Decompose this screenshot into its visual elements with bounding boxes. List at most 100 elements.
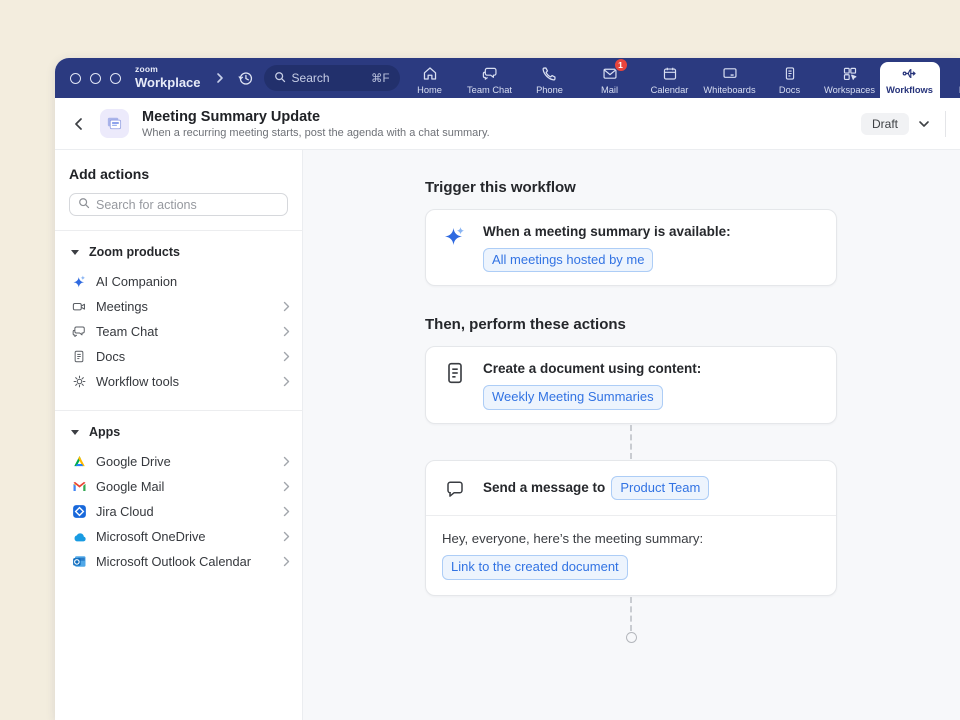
trigger-title: When a meeting summary is available: [483, 223, 731, 242]
whiteboards-icon [721, 65, 739, 82]
trigger-scope-pill[interactable]: All meetings hosted by me [483, 248, 653, 273]
workflow-body: Add actions Zoom products AI Companion [55, 150, 960, 720]
nav-item-label: Docs [779, 85, 800, 95]
docs-icon [782, 65, 798, 82]
sidebar-item-ai-companion[interactable]: AI Companion [55, 269, 302, 294]
sidebar-item-label: Docs [96, 349, 274, 364]
sidebar-item-label: Jira Cloud [96, 504, 274, 519]
sidebar-item-meetings[interactable]: Meetings [55, 294, 302, 319]
nav-item-label: Home [417, 85, 442, 95]
logo-workplace-text: Workplace [135, 75, 201, 90]
navbar-tabs: Home Team Chat Phone 1 Mail Calendar [400, 58, 960, 98]
recipient-pill[interactable]: Product Team [611, 476, 709, 501]
nav-item-workflows[interactable]: Workflows [880, 62, 940, 98]
home-icon [421, 65, 439, 82]
sidebar-item-label: Google Mail [96, 479, 274, 494]
document-content-pill[interactable]: Weekly Meeting Summaries [483, 385, 663, 410]
sidebar-item-jira-cloud[interactable]: Jira Cloud [55, 499, 302, 524]
search-icon [274, 71, 286, 86]
chevron-right-icon [283, 326, 290, 337]
chevron-right-icon [283, 351, 290, 362]
window-control-dot[interactable] [70, 73, 81, 84]
search-placeholder: Search [292, 71, 365, 85]
nav-item-docs[interactable]: Docs [760, 58, 820, 98]
workflow-connector [630, 597, 632, 631]
nav-item-calendar[interactable]: Calendar [640, 58, 700, 98]
nav-item-label: Phone [536, 85, 563, 95]
workspaces-icon [841, 65, 859, 82]
mail-unread-badge: 1 [614, 58, 628, 72]
spacer [425, 286, 837, 316]
nav-item-whiteboards[interactable]: Whiteboards [700, 58, 760, 98]
sidebar-item-label: Microsoft Outlook Calendar [96, 554, 274, 569]
team-chat-icon [481, 65, 499, 82]
onedrive-icon [71, 531, 87, 543]
ai-companion-icon [71, 274, 87, 289]
nav-item-label: Team Chat [467, 85, 512, 95]
nav-item-team-chat[interactable]: Team Chat [460, 58, 520, 98]
actions-search-input[interactable] [96, 198, 279, 212]
nav-item-phone[interactable]: Phone [520, 58, 580, 98]
message-body[interactable]: Hey, everyone, here’s the meeting summar… [426, 516, 836, 594]
chevron-right-icon [283, 506, 290, 517]
workflow-subtitle: When a recurring meeting starts, post th… [142, 127, 861, 139]
sidebar-item-label: Team Chat [96, 324, 274, 339]
status-badge: Draft [861, 113, 909, 135]
chevron-right-icon [283, 531, 290, 542]
sidebar-item-microsoft-outlook-calendar[interactable]: Microsoft Outlook Calendar [55, 549, 302, 574]
nav-item-home[interactable]: Home [400, 58, 460, 98]
window-control-dot[interactable] [110, 73, 121, 84]
trigger-card[interactable]: When a meeting summary is available: All… [425, 209, 837, 286]
create-document-card[interactable]: Create a document using content: Weekly … [425, 346, 837, 423]
nav-item-label: Calendar [651, 85, 689, 95]
navbar-left-cluster: zoom Workplace Search ⌘F [55, 58, 400, 98]
docs-icon [71, 349, 87, 364]
window-controls[interactable] [70, 73, 121, 84]
sidebar-item-label: Workflow tools [96, 374, 274, 389]
workflow-connector [630, 425, 632, 459]
status-dropdown-button[interactable] [918, 120, 930, 128]
nav-item-label: Workflows [886, 85, 933, 95]
nav-item-more[interactable]: More [940, 58, 960, 98]
nav-item-mail[interactable]: 1 Mail [580, 58, 640, 98]
message-text: Hey, everyone, here’s the meeting summar… [442, 529, 820, 549]
chevron-right-icon [283, 456, 290, 467]
nav-item-workspaces[interactable]: Workspaces [820, 58, 880, 98]
header-divider [945, 111, 946, 137]
sidebar-item-docs[interactable]: Docs [55, 344, 302, 369]
phone-icon [541, 65, 558, 82]
search-icon [78, 196, 90, 214]
actions-search-box[interactable] [69, 193, 288, 216]
document-icon [442, 360, 468, 409]
workflow-header: Meeting Summary Update When a recurring … [55, 98, 960, 150]
workflow-title: Meeting Summary Update [142, 109, 861, 125]
sidebar-item-google-mail[interactable]: Google Mail [55, 474, 302, 499]
desktop-background: { "colors": { "nav_navy": "#2b3a80", "pa… [0, 0, 960, 720]
document-link-pill[interactable]: Link to the created document [442, 555, 628, 580]
chevron-right-icon [283, 301, 290, 312]
trigger-section-heading: Trigger this workflow [425, 179, 837, 196]
send-message-card[interactable]: Send a message to Product Team Hey, every… [425, 460, 837, 596]
sidebar-item-microsoft-onedrive[interactable]: Microsoft OneDrive [55, 524, 302, 549]
add-step-endpoint[interactable] [626, 632, 637, 643]
send-message-title: Send a message to [483, 480, 605, 495]
sidebar-item-team-chat[interactable]: Team Chat [55, 319, 302, 344]
history-icon[interactable] [237, 70, 254, 87]
section-apps[interactable]: Apps [55, 411, 302, 449]
section-zoom-products[interactable]: Zoom products [55, 231, 302, 269]
zoom-workplace-window: zoom Workplace Search ⌘F [55, 58, 960, 720]
sidebar-item-workflow-tools[interactable]: Workflow tools [55, 369, 302, 394]
global-search-input[interactable]: Search ⌘F [264, 65, 400, 91]
window-control-dot[interactable] [90, 73, 101, 84]
sidebar-item-google-drive[interactable]: Google Drive [55, 449, 302, 474]
calendar-icon [661, 65, 679, 82]
workflow-title-block: Meeting Summary Update When a recurring … [142, 109, 861, 139]
chevron-right-icon[interactable] [215, 72, 225, 84]
team-chat-icon [71, 324, 87, 339]
back-button[interactable] [73, 117, 84, 131]
top-navbar: zoom Workplace Search ⌘F [55, 58, 960, 98]
logo-zoom-text: zoom [135, 65, 201, 74]
workflow-canvas: Trigger this workflow When a meeting sum… [303, 150, 960, 720]
google-drive-icon [71, 454, 87, 469]
sidebar-item-label: Meetings [96, 299, 274, 314]
